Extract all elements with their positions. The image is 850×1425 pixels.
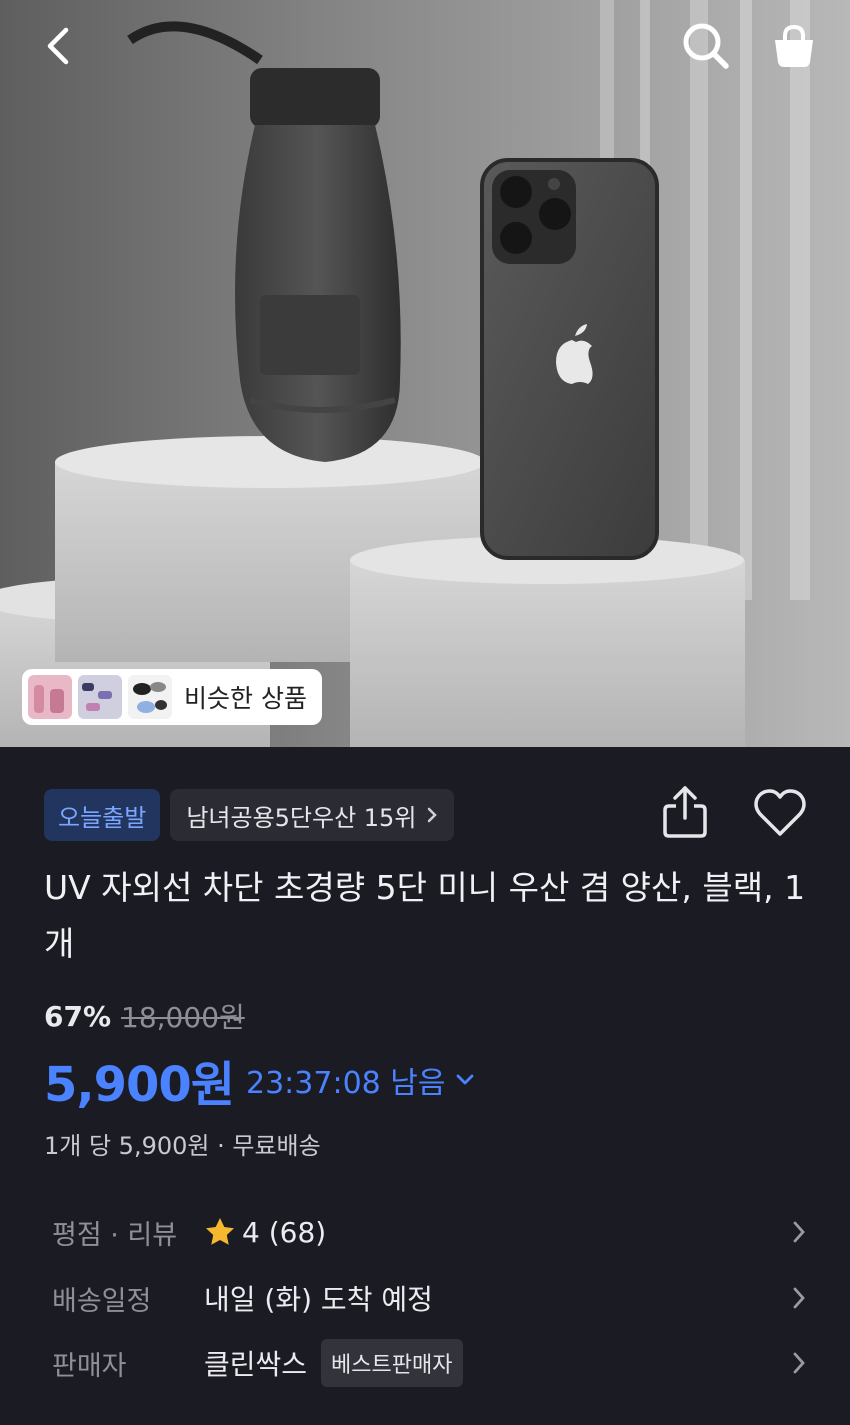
today-shipping-badge: 오늘출발: [44, 789, 161, 841]
seller-row[interactable]: 판매자 클린싹스 베스트판매자: [52, 1339, 812, 1387]
seller-label: 판매자: [52, 1350, 127, 1382]
cart-button[interactable]: [766, 18, 822, 74]
category-rank-label: 남녀공용5단우산 15위: [186, 803, 417, 832]
search-icon: [683, 23, 729, 69]
discount-row: 67% 18,000원: [44, 996, 245, 1036]
rating-value: 4 (68): [242, 1215, 327, 1249]
delivery-schedule-row[interactable]: 배송일정 내일 (화) 도착 예정: [52, 1275, 812, 1321]
similar-thumb-purple: [78, 675, 122, 719]
similar-products-label: 비슷한 상품: [184, 684, 307, 713]
product-title: UV 자외선 차단 초경량 5단 미니 우산 겸 양산, 블랙, 1개: [44, 868, 806, 963]
category-rank-badge[interactable]: 남녀공용5단우산 15위: [170, 789, 455, 841]
product-image[interactable]: 비슷한 상품: [0, 0, 850, 747]
similar-thumb-mono: [128, 675, 172, 719]
chevron-left-icon: [47, 27, 69, 65]
sale-price: 5,900원: [44, 1057, 235, 1113]
price-row: 5,900원 23:37:08 남음: [44, 1048, 475, 1113]
rating-review-row[interactable]: 평점 · 리뷰 4 (68): [52, 1209, 812, 1255]
timer-expand-button[interactable]: [455, 1073, 475, 1087]
share-icon: [663, 786, 707, 838]
delivery-label: 배송일정: [52, 1285, 152, 1317]
chevron-down-icon: [457, 1074, 474, 1085]
similar-thumb-pink: [28, 675, 72, 719]
share-button[interactable]: [660, 784, 710, 840]
chevron-right-icon: [428, 807, 438, 823]
chevron-right-icon: [793, 1221, 805, 1243]
similar-products-button[interactable]: 비슷한 상품: [22, 669, 322, 725]
original-price: 18,000원: [121, 1001, 245, 1034]
best-seller-badge: 베스트판매자: [321, 1339, 463, 1387]
shopping-bag-icon: [775, 24, 813, 67]
chevron-right-icon: [793, 1352, 805, 1374]
deal-timer: 23:37:08 남음: [246, 1066, 446, 1101]
back-button[interactable]: [30, 18, 86, 74]
seller-name: 클린싹스: [204, 1348, 308, 1381]
chevron-right-icon: [793, 1287, 805, 1309]
discount-rate: 67%: [44, 999, 112, 1033]
unit-price-shipping: 1개 당 5,900원 · 무료배송: [44, 1132, 321, 1160]
delivery-value: 내일 (화) 도착 예정: [204, 1283, 433, 1316]
rating-label: 평점 · 리뷰: [52, 1219, 178, 1251]
star-icon: [204, 1216, 236, 1248]
heart-icon: [754, 789, 806, 836]
product-photo: [0, 0, 850, 747]
badge-row: 오늘출발 남녀공용5단우산 15위: [44, 789, 455, 841]
search-button[interactable]: [678, 18, 734, 74]
wishlist-button[interactable]: [752, 786, 808, 840]
